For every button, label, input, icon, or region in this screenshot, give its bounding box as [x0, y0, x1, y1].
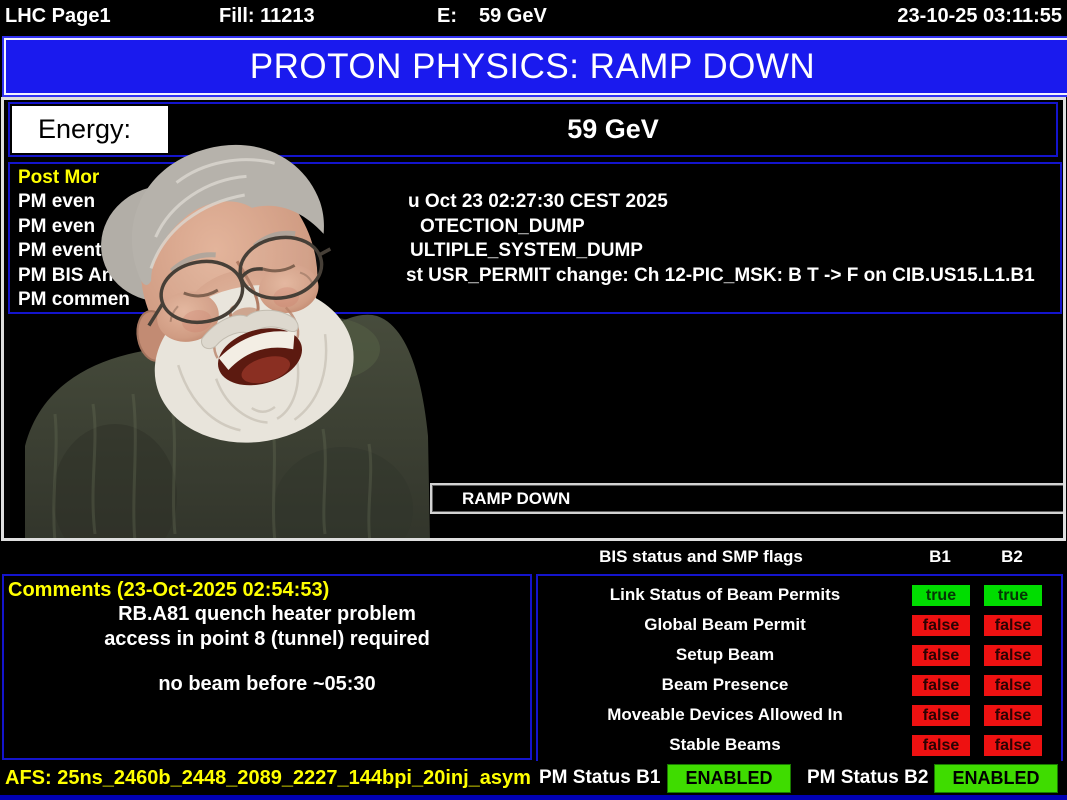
- bis-smp-header: BIS status and SMP flags: [536, 547, 866, 567]
- status-badge-b2: false: [984, 675, 1042, 696]
- status-badge-b2: false: [984, 735, 1042, 756]
- page-title: PROTON PHYSICS: RAMP DOWN: [250, 47, 815, 87]
- page-title-banner: PROTON PHYSICS: RAMP DOWN: [2, 36, 1067, 97]
- comments-header: Comments (23-Oct-2025 02:54:53): [4, 576, 530, 602]
- bis-row-label: Link Status of Beam Permits: [538, 585, 912, 605]
- table-row: Moveable Devices Allowed In false false: [538, 700, 1061, 730]
- energy-readout: 59 GeV: [479, 0, 547, 33]
- status-badge-b2: false: [984, 705, 1042, 726]
- beam-mode-progress-bar: RAMP DOWN: [430, 483, 1066, 514]
- comment-line: RB.A81 quench heater problem: [4, 602, 530, 627]
- bis-row-label: Stable Beams: [538, 735, 912, 755]
- pm-status-b1-label: PM Status B1: [539, 761, 660, 795]
- comment-line: no beam before ~05:30: [4, 672, 530, 697]
- status-badge-b1: false: [912, 705, 970, 726]
- fill-number: Fill: 11213: [219, 0, 315, 33]
- afs-filling-scheme: AFS: 25ns_2460b_2448_2089_2227_144bpi_20…: [5, 761, 531, 795]
- pm-status-b2-badge: ENABLED: [934, 764, 1058, 793]
- status-badge-b2: false: [984, 645, 1042, 666]
- comment-line: [4, 652, 530, 672]
- laughing-man-photo: [25, 114, 433, 541]
- footer-blue-strip: [0, 795, 1067, 800]
- status-badge-b1: false: [912, 615, 970, 636]
- status-badge-b2: false: [984, 615, 1042, 636]
- beam-mode-label: RAMP DOWN: [462, 489, 570, 508]
- status-badge-b1: false: [912, 645, 970, 666]
- bis-row-label: Global Beam Permit: [538, 615, 912, 635]
- main-panel: Energy: 59 GeV Post Mor PM even u Oct 23…: [1, 97, 1066, 541]
- bottom-status-bar: AFS: 25ns_2460b_2448_2089_2227_144bpi_20…: [0, 761, 1067, 795]
- table-row: Global Beam Permit false false: [538, 610, 1061, 640]
- table-row: Stable Beams false false: [538, 730, 1061, 760]
- app-title: LHC Page1: [5, 0, 111, 33]
- energy-prefix: E:: [437, 0, 457, 33]
- table-row: Link Status of Beam Permits true true: [538, 580, 1061, 610]
- status-badge-b1: false: [912, 735, 970, 756]
- comments-box: Comments (23-Oct-2025 02:54:53) RB.A81 q…: [2, 574, 532, 760]
- bis-row-label: Beam Presence: [538, 675, 912, 695]
- status-badge-b1: true: [912, 585, 970, 606]
- bis-row-label: Setup Beam: [538, 645, 912, 665]
- top-status-bar: LHC Page1 Fill: 11213 E: 59 GeV 23-10-25…: [0, 0, 1067, 34]
- comment-line: access in point 8 (tunnel) required: [4, 627, 530, 652]
- status-badge-b2: true: [984, 585, 1042, 606]
- table-row: Setup Beam false false: [538, 640, 1061, 670]
- pm-status-b1-badge: ENABLED: [667, 764, 791, 793]
- bis-flags-table: Link Status of Beam Permits true true Gl…: [536, 574, 1063, 764]
- table-row: Beam Presence false false: [538, 670, 1061, 700]
- beam2-column-header: B2: [983, 547, 1041, 567]
- beam1-column-header: B1: [911, 547, 969, 567]
- pm-status-b2-label: PM Status B2: [807, 761, 928, 795]
- bis-row-label: Moveable Devices Allowed In: [538, 705, 912, 725]
- clock: 23-10-25 03:11:55: [897, 0, 1062, 33]
- status-badge-b1: false: [912, 675, 970, 696]
